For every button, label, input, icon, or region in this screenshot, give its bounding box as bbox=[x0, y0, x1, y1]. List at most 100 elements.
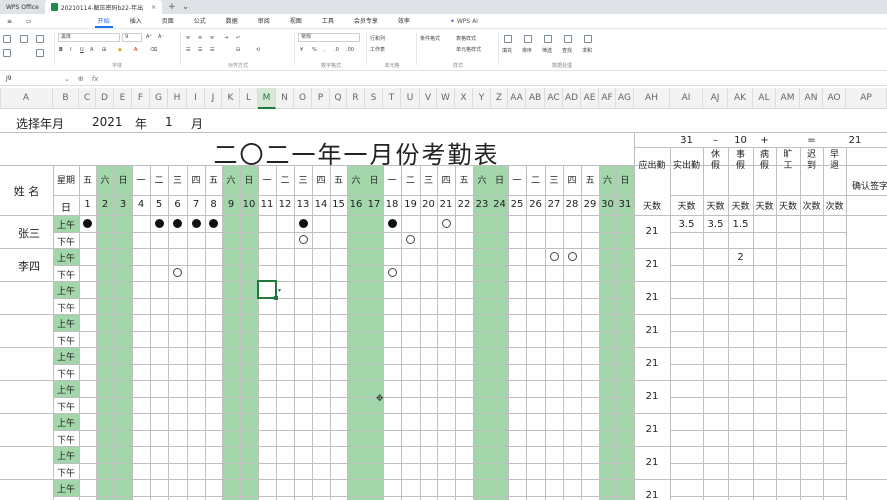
format-painter-icon[interactable] bbox=[3, 49, 11, 57]
column-header-u[interactable]: U bbox=[401, 88, 420, 109]
paste-icon[interactable] bbox=[3, 35, 11, 43]
underline-icon[interactable]: U bbox=[80, 47, 84, 53]
bold-icon[interactable]: B bbox=[59, 47, 63, 53]
column-header-d[interactable]: D bbox=[96, 88, 114, 109]
column-header-ak[interactable]: AK bbox=[728, 88, 753, 109]
column-header-ae[interactable]: AE bbox=[581, 88, 599, 109]
column-header-k[interactable]: K bbox=[222, 88, 240, 109]
sum-icon[interactable] bbox=[504, 35, 512, 43]
decrease-decimal-icon[interactable]: .00 bbox=[346, 47, 354, 53]
column-header-j[interactable]: J bbox=[205, 88, 222, 109]
column-header-f[interactable]: F bbox=[132, 88, 150, 109]
shrink-font-icon[interactable]: A⁻ bbox=[158, 34, 164, 40]
column-header-c[interactable]: C bbox=[79, 88, 96, 109]
column-header-m[interactable]: M bbox=[258, 88, 276, 109]
menu-item[interactable]: 工具 bbox=[319, 15, 337, 28]
filter-icon[interactable] bbox=[524, 35, 532, 43]
chevron-down-icon[interactable]: ⌄ bbox=[64, 75, 70, 83]
attendance-absent-dot[interactable] bbox=[173, 218, 182, 228]
attendance-absent-dot[interactable] bbox=[83, 218, 92, 228]
column-header-z[interactable]: Z bbox=[491, 88, 508, 109]
menu-item[interactable]: 视图 bbox=[287, 15, 305, 28]
column-header-t[interactable]: T bbox=[383, 88, 401, 109]
align-bottom-icon[interactable]: ≡ bbox=[210, 35, 214, 41]
menu-item[interactable]: 公式 bbox=[191, 15, 209, 28]
new-tab-icon[interactable]: + bbox=[168, 2, 176, 12]
attendance-leave-circle[interactable] bbox=[441, 218, 451, 228]
menu-item[interactable]: 数据 bbox=[223, 15, 241, 28]
menu-file-icon[interactable]: ▭ bbox=[23, 17, 35, 26]
column-header-l[interactable]: L bbox=[240, 88, 258, 109]
column-header-r[interactable]: R bbox=[347, 88, 365, 109]
filter-button[interactable]: 筛选 bbox=[542, 47, 552, 54]
column-header-x[interactable]: X bbox=[455, 88, 473, 109]
column-header-n[interactable]: N bbox=[276, 88, 294, 109]
grow-font-icon[interactable]: A⁺ bbox=[146, 34, 152, 40]
name-box[interactable]: J9 bbox=[6, 74, 56, 84]
attendance-leave-circle[interactable] bbox=[387, 268, 397, 277]
cell-style-button[interactable]: 单元格样式 bbox=[456, 46, 481, 53]
attendance-absent-dot[interactable] bbox=[387, 218, 397, 228]
currency-icon[interactable]: ¥ bbox=[300, 47, 303, 53]
column-header-e[interactable]: E bbox=[114, 88, 132, 109]
column-header-ag[interactable]: AG bbox=[616, 88, 634, 109]
tab-wps-office[interactable]: WPS Office bbox=[0, 0, 45, 14]
italic-icon[interactable]: I bbox=[70, 47, 71, 53]
column-header-ac[interactable]: AC bbox=[545, 88, 563, 109]
fill-button[interactable]: 填充 bbox=[502, 47, 512, 54]
menu-item[interactable]: 插入 bbox=[127, 15, 145, 28]
column-header-aj[interactable]: AJ bbox=[703, 88, 728, 109]
column-header-af[interactable]: AF bbox=[599, 88, 616, 109]
column-header-v[interactable]: V bbox=[420, 88, 437, 109]
copy-icon[interactable] bbox=[36, 35, 44, 43]
conditional-format-button[interactable]: 条件格式 bbox=[420, 35, 440, 42]
attendance-absent-dot[interactable] bbox=[154, 218, 164, 228]
attendance-absent-dot[interactable] bbox=[209, 218, 218, 228]
column-header-ao[interactable]: AO bbox=[823, 88, 846, 109]
menu-item[interactable]: 会员专享 bbox=[351, 15, 381, 28]
menu-item[interactable]: 审阅 bbox=[255, 15, 273, 28]
fill-handle[interactable] bbox=[274, 295, 278, 300]
column-header-a[interactable]: A bbox=[0, 88, 53, 109]
column-header-ab[interactable]: AB bbox=[526, 88, 545, 109]
font-name-select[interactable]: 黑体 bbox=[58, 33, 120, 42]
align-top-icon[interactable]: ≡ bbox=[186, 35, 190, 41]
column-header-ap[interactable]: AP bbox=[846, 88, 887, 109]
column-header-y[interactable]: Y bbox=[473, 88, 491, 109]
menu-item[interactable]: 效率 bbox=[395, 15, 413, 28]
column-header-i[interactable]: I bbox=[187, 88, 205, 109]
zoom-icon[interactable]: ⊕ bbox=[78, 75, 84, 83]
font-color-icon[interactable]: A bbox=[134, 47, 137, 53]
number-format-select[interactable]: 常规 bbox=[298, 33, 360, 42]
attendance-leave-circle[interactable] bbox=[406, 235, 415, 244]
column-header-g[interactable]: G bbox=[150, 88, 168, 109]
cut-icon[interactable] bbox=[20, 35, 28, 43]
wrap-text-icon[interactable]: ↵ bbox=[236, 35, 240, 41]
column-header-ah[interactable]: AH bbox=[634, 88, 670, 109]
increase-decimal-icon[interactable]: .0 bbox=[334, 47, 339, 53]
indent-icon[interactable]: ⇥ bbox=[224, 35, 228, 41]
menu-item[interactable]: 页面 bbox=[159, 15, 177, 28]
border-icon[interactable]: ⊞ bbox=[102, 47, 106, 53]
attendance-leave-circle[interactable] bbox=[173, 268, 182, 277]
align-middle-icon[interactable]: ≡ bbox=[198, 35, 202, 41]
clear-format-icon[interactable]: ⌫ bbox=[150, 47, 157, 53]
column-header-o[interactable]: O bbox=[294, 88, 312, 109]
sum-button[interactable]: 求和 bbox=[582, 47, 592, 54]
find-icon[interactable] bbox=[584, 35, 592, 43]
column-header-h[interactable]: H bbox=[168, 88, 187, 109]
menu-icon[interactable]: ≡ bbox=[4, 17, 15, 26]
column-header-aa[interactable]: AA bbox=[508, 88, 526, 109]
fx-label[interactable]: fx bbox=[92, 75, 99, 83]
find-button[interactable]: 查找 bbox=[562, 47, 572, 54]
column-header-ai[interactable]: AI bbox=[670, 88, 703, 109]
font-size-select[interactable]: 9 bbox=[122, 33, 142, 42]
paste-options-icon[interactable]: ▾ bbox=[278, 287, 281, 294]
worksheet-button[interactable]: 工作表 bbox=[370, 46, 385, 53]
sort-icon[interactable] bbox=[544, 35, 552, 43]
align-right-icon[interactable]: ☰ bbox=[210, 47, 214, 53]
column-header-ad[interactable]: AD bbox=[563, 88, 581, 109]
orientation-icon[interactable]: ⟲ bbox=[256, 47, 260, 53]
strikethrough-icon[interactable]: A bbox=[90, 47, 93, 53]
tab-document[interactable]: 20210114-解压密码b22-年出 × bbox=[44, 0, 163, 14]
